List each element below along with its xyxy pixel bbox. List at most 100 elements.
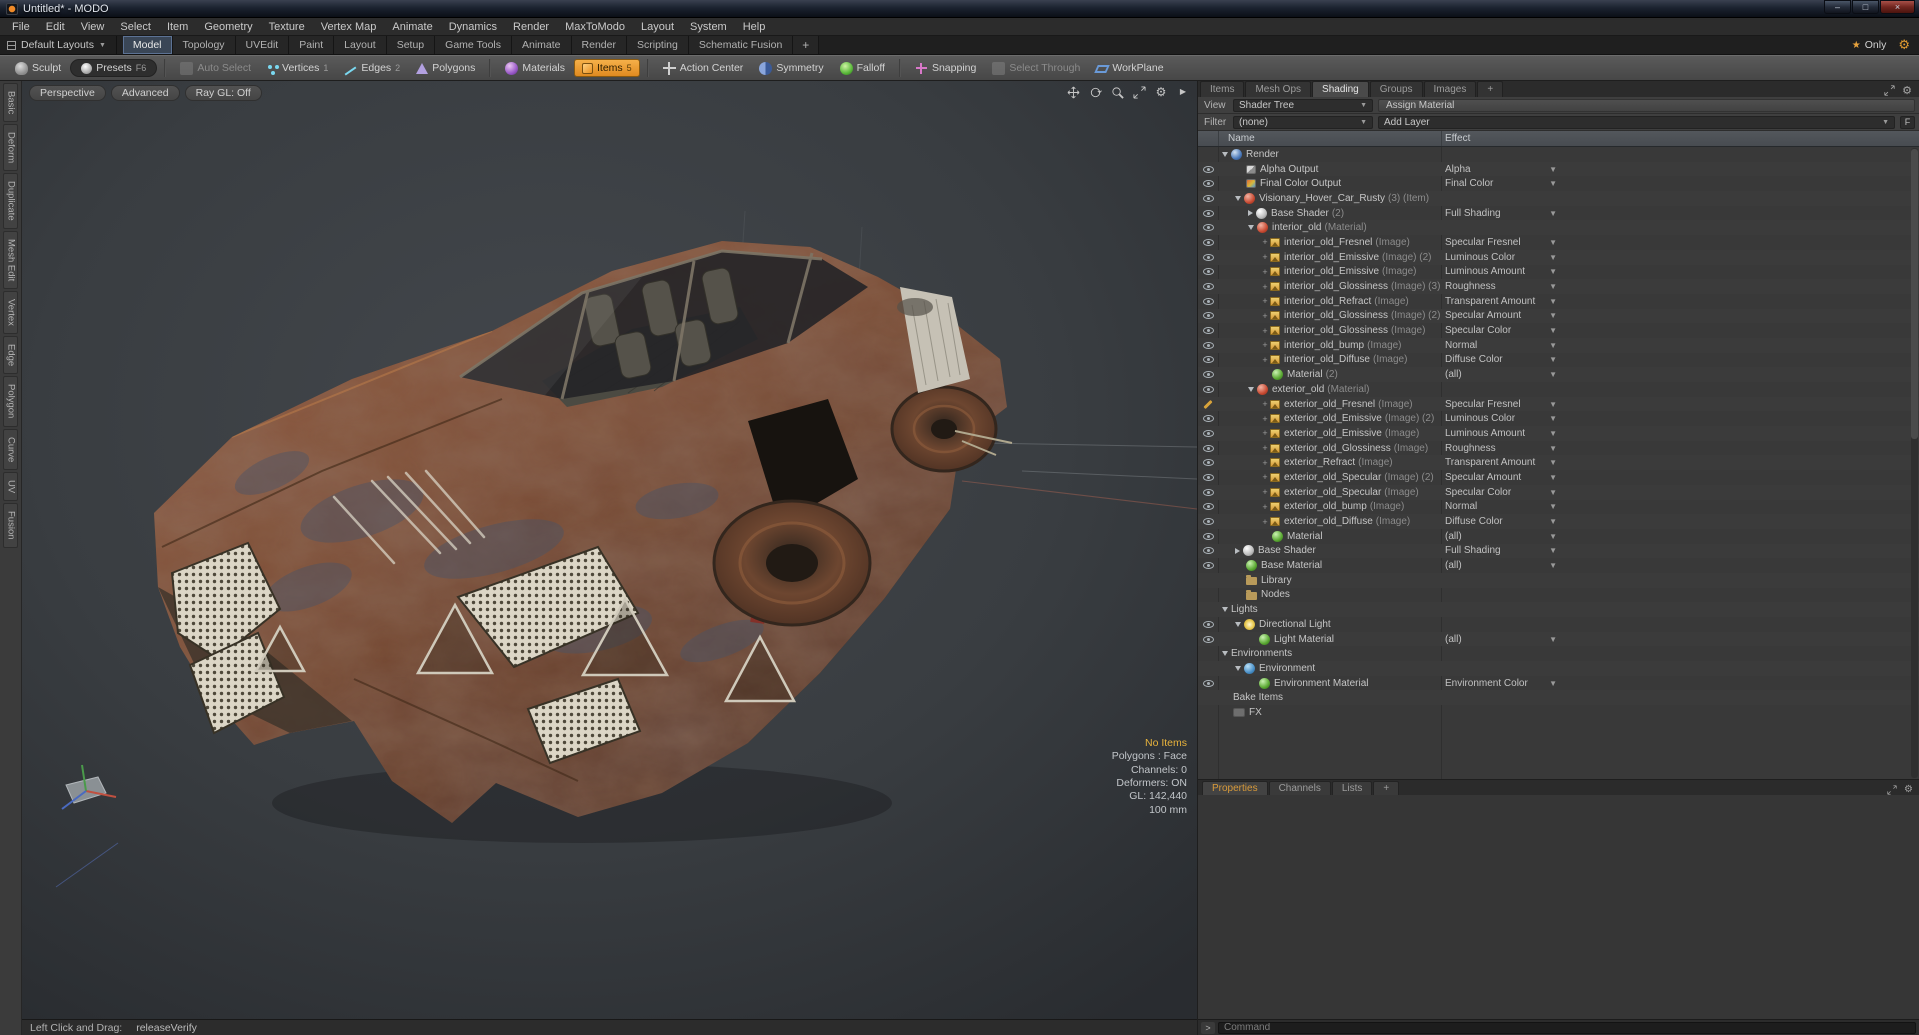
visibility-cell[interactable] — [1198, 562, 1218, 570]
auto-select-button[interactable]: Auto Select — [173, 60, 258, 77]
layout-tab-topology[interactable]: Topology — [172, 36, 236, 54]
layout-tab-game-tools[interactable]: Game Tools — [435, 36, 512, 54]
left-tab-fusion[interactable]: Fusion — [2, 503, 19, 548]
visibility-cell[interactable] — [1198, 341, 1218, 349]
falloff-button[interactable]: Falloff — [833, 60, 892, 77]
menu-edit[interactable]: Edit — [38, 18, 73, 35]
effect-cell[interactable]: Diffuse Color ▼ — [1445, 516, 1557, 527]
effect-cell[interactable]: (all) ▼ — [1445, 369, 1557, 380]
bottom-tab-properties[interactable]: Properties — [1202, 781, 1268, 795]
effect-cell[interactable]: Roughness ▼ — [1445, 281, 1557, 292]
shader-tree-row[interactable]: + interior_old_bump (Image) Normal ▼ — [1198, 337, 1919, 353]
shader-tree-row[interactable]: + interior_old_Glossiness (Image) (2) Specu… — [1198, 308, 1919, 324]
panel-gear-icon[interactable]: ⚙ — [1902, 84, 1912, 97]
viewport-3d[interactable]: Perspective Advanced Ray GL: Off ⚙ ▶ No Ite… — [22, 81, 1197, 1019]
menu-select[interactable]: Select — [112, 18, 159, 35]
panel-tab-mesh-ops[interactable]: Mesh Ops — [1245, 81, 1312, 97]
menu-layout[interactable]: Layout — [633, 18, 682, 35]
visibility-cell[interactable] — [1198, 679, 1218, 687]
effect-cell[interactable]: Specular Color ▼ — [1445, 487, 1557, 498]
expand-arrow-icon[interactable] — [1235, 547, 1240, 554]
workplane-button[interactable]: WorkPlane — [1089, 60, 1170, 76]
menu-maxtomodo[interactable]: MaxToModo — [557, 18, 633, 35]
visibility-cell[interactable] — [1198, 253, 1218, 261]
ray-gl-off-button[interactable]: Ray GL: Off — [184, 85, 262, 101]
effect-cell[interactable]: Specular Amount ▼ — [1445, 310, 1557, 321]
settings-gear-icon[interactable]: ⚙ — [1894, 36, 1919, 54]
shader-tree-row[interactable]: exterior_old (Material) — [1198, 382, 1919, 397]
visibility-cell[interactable] — [1198, 547, 1218, 555]
visibility-cell[interactable] — [1198, 194, 1218, 202]
layout-tab-scripting[interactable]: Scripting — [626, 36, 689, 54]
shader-tree-row[interactable]: Light Material (all) ▼ — [1198, 631, 1919, 647]
effect-cell[interactable]: Luminous Color ▼ — [1445, 413, 1557, 424]
layout-tab-render[interactable]: Render — [571, 36, 627, 54]
visibility-cell[interactable] — [1198, 488, 1218, 496]
effect-cell[interactable]: Full Shading ▼ — [1445, 208, 1557, 219]
add-layer-dropdown[interactable]: Add Layer ▼ — [1378, 115, 1895, 129]
bottom-tab-channels[interactable]: Channels — [1268, 781, 1331, 795]
shader-tree-row[interactable]: + exterior_old_Glossiness (Image) Roughness… — [1198, 441, 1919, 456]
shader-tree-row[interactable]: + interior_old_Emissive (Image) Luminous Am… — [1198, 265, 1919, 280]
collapse-arrow-icon[interactable] — [1235, 195, 1241, 201]
shader-tree-row[interactable]: Alpha Output Alpha ▼ — [1198, 161, 1919, 177]
shader-tree-row[interactable]: + interior_old_Glossiness (Image) Specular … — [1198, 323, 1919, 338]
view-dropdown[interactable]: Shader Tree ▼ — [1233, 98, 1373, 112]
effect-cell[interactable]: Specular Fresnel ▼ — [1445, 399, 1557, 410]
shader-tree-row[interactable]: Directional Light — [1198, 617, 1919, 632]
shader-tree-row[interactable]: interior_old (Material) — [1198, 220, 1919, 236]
visibility-cell[interactable] — [1198, 297, 1218, 305]
layout-tab-schematic-fusion[interactable]: Schematic Fusion — [688, 36, 794, 54]
layout-tab-animate[interactable]: Animate — [512, 36, 572, 54]
layout-tab-uvedit[interactable]: UVEdit — [235, 36, 290, 54]
zoom-icon[interactable] — [1110, 85, 1124, 99]
visibility-cell[interactable] — [1198, 459, 1218, 467]
shader-tree-row[interactable]: + exterior_old_Diffuse (Image) Diffuse Colo… — [1198, 514, 1919, 529]
presets-button[interactable]: Presets F6 — [70, 59, 158, 77]
shader-tree-row[interactable]: + exterior_old_Specular (Image) Specular Co… — [1198, 484, 1919, 500]
maximize-button[interactable]: □ — [1852, 0, 1879, 14]
visibility-cell[interactable] — [1198, 518, 1218, 526]
only-toggle[interactable]: ★ Only — [1844, 36, 1895, 54]
layout-tab-layout[interactable]: Layout — [334, 36, 387, 54]
shader-tree-row[interactable]: Lights — [1198, 602, 1919, 617]
shader-tree-row[interactable]: Render — [1198, 147, 1919, 162]
filter-f-button[interactable]: F — [1900, 115, 1915, 129]
effect-cell[interactable]: Specular Amount ▼ — [1445, 472, 1557, 483]
left-tab-basic[interactable]: Basic — [2, 83, 19, 123]
menu-file[interactable]: File — [4, 18, 38, 35]
bottom-tab-lists[interactable]: Lists — [1331, 781, 1373, 795]
effect-cell[interactable]: Specular Fresnel ▼ — [1445, 237, 1557, 248]
minimize-button[interactable]: – — [1824, 0, 1851, 14]
effect-cell[interactable]: Luminous Amount ▼ — [1445, 428, 1557, 439]
effect-cell[interactable]: (all) ▼ — [1445, 531, 1557, 542]
bottom-tab-add[interactable]: + — [1373, 781, 1400, 795]
collapse-arrow-icon[interactable] — [1222, 151, 1228, 157]
shader-tree-row[interactable]: + interior_old_Glossiness (Image) (3) Rough… — [1198, 279, 1919, 294]
collapse-arrow-icon[interactable] — [1222, 651, 1228, 657]
shader-tree-row[interactable]: Material (2) (all) ▼ — [1198, 367, 1919, 382]
left-tab-deform[interactable]: Deform — [2, 124, 19, 172]
menu-help[interactable]: Help — [735, 18, 774, 35]
shader-tree-row[interactable]: + interior_old_Diffuse (Image) Diffuse Colo… — [1198, 353, 1919, 368]
shader-tree-row[interactable]: + exterior_Refract (Image) Transparent Amou… — [1198, 455, 1919, 471]
visibility-cell[interactable] — [1198, 224, 1218, 232]
visibility-cell[interactable] — [1198, 209, 1218, 217]
shader-tree-row[interactable]: + interior_old_Emissive (Image) (2) Luminou… — [1198, 249, 1919, 265]
effect-cell[interactable]: Diffuse Color ▼ — [1445, 354, 1557, 365]
layout-tab-model[interactable]: Model — [122, 36, 173, 54]
command-input[interactable] — [1218, 1021, 1916, 1034]
vertices-button[interactable]: Vertices 1 — [260, 60, 335, 76]
maximize-panel-icon[interactable] — [1887, 784, 1897, 795]
command-prompt-icon[interactable]: > — [1201, 1021, 1215, 1034]
shader-tree-row[interactable]: FX — [1198, 705, 1919, 720]
close-button[interactable]: × — [1880, 0, 1915, 14]
shader-tree-row[interactable]: + exterior_old_Specular (Image) (2) Specula… — [1198, 470, 1919, 485]
visibility-cell[interactable] — [1198, 429, 1218, 437]
left-tab-edge[interactable]: Edge — [2, 336, 19, 375]
effect-cell[interactable]: Alpha ▼ — [1445, 164, 1557, 175]
effect-cell[interactable]: Normal ▼ — [1445, 501, 1557, 512]
menu-texture[interactable]: Texture — [261, 18, 313, 35]
edges-button[interactable]: Edges 2 — [337, 60, 407, 76]
orbit-icon[interactable] — [1088, 85, 1102, 99]
